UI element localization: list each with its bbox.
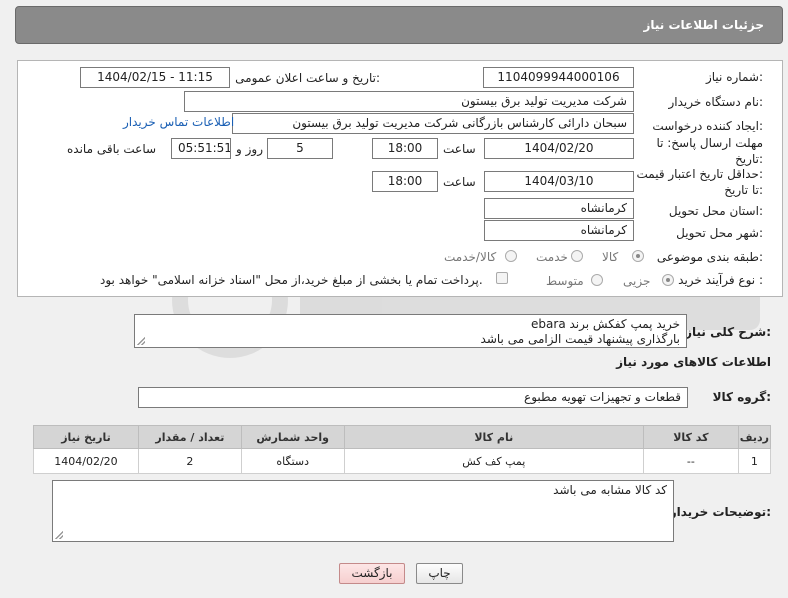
column-header-name: نام کالا [343,425,644,449]
buyer-notes-text: کد کالا مشابه می باشد [553,483,667,497]
deadline-time-field[interactable]: 18:00 [372,138,438,159]
deadline-date-field[interactable]: 1404/02/20 [484,138,634,159]
treasury-payment-checkbox[interactable] [496,272,508,284]
column-header-quantity: تعداد / مقدار [137,425,242,449]
column-header-need-date: تاریخ نیاز [33,425,139,449]
process-medium-radio[interactable] [591,274,603,286]
deadline-label-1: مهلت ارسال پاسخ: تا [656,136,763,150]
column-header-unit: واحد شمارش [240,425,345,449]
table-header-row: ردیف کد کالا نام کالا واحد شمارش تعداد /… [33,425,772,449]
resize-grip-icon[interactable] [55,531,63,539]
cell-row-number: 1 [737,448,772,474]
category-label: طبقه بندی موضوعی: [656,250,763,264]
process-type-label: نوع فرآیند خرید : [678,273,763,287]
need-number-field[interactable]: 1104099944000106 [483,67,634,88]
announce-date-label: تاریخ و ساعت اعلان عمومی: [235,71,380,85]
resize-grip-icon[interactable] [137,337,145,345]
description-label: شرح کلی نیاز: [685,325,771,339]
goods-group-field[interactable]: قطعات و تجهیزات تهویه مطبوع [138,387,688,408]
process-medium-label: متوسط [546,274,584,288]
deadline-time-label: ساعت [443,142,476,156]
category-goods-label: کالا [602,250,619,264]
column-header-code: کد کالا [642,425,739,449]
category-both-label: کالا/خدمت [444,250,497,264]
goods-section-title: اطلاعات کالاهای مورد نیاز [616,355,771,369]
validity-time-label: ساعت [443,175,476,189]
province-label: استان محل تحویل: [668,204,763,218]
remaining-label: ساعت باقی مانده [67,142,157,156]
buyer-org-field[interactable]: شرکت مدیریت تولید برق بیستون [184,91,634,112]
city-field[interactable]: کرمانشاه [484,220,634,241]
category-both-radio[interactable] [505,250,517,262]
city-label: شهر محل تحویل: [676,226,763,240]
category-service-label: خدمت [536,250,568,264]
process-minor-label: جزیی [623,274,651,288]
cell-quantity: 2 [137,448,242,474]
process-minor-radio[interactable] [662,274,674,286]
need-number-label: شماره نیاز: [705,70,763,84]
goods-table: ردیف کد کالا نام کالا واحد شمارش تعداد /… [33,425,772,474]
description-line-2: بارگذاری پیشنهاد قیمت الزامی می باشد [480,332,680,346]
validity-time-field[interactable]: 18:00 [372,171,438,192]
category-service-radio[interactable] [571,250,583,262]
table-row[interactable]: 1 -- پمپ کف کش دستگاه 2 1404/02/20 [33,448,772,474]
buyer-org-label: نام دستگاه خریدار: [668,95,764,109]
cell-name: پمپ کف کش [343,448,644,474]
cell-need-date: 1404/02/20 [33,448,139,474]
announce-date-field[interactable]: 1404/02/15 - 11:15 [80,67,230,88]
validity-label-1: حداقل تاریخ اعتبار قیمت: [636,167,763,181]
contact-info-link[interactable]: اطلاعات تماس خریدار [123,115,234,129]
description-line-1: خرید پمپ کفکش برند ebara [531,317,680,331]
creator-label: ایجاد کننده درخواست: [652,119,763,133]
category-goods-radio[interactable] [632,250,644,262]
days-label: روز و [236,142,263,156]
deadline-label-2: تاریخ: [735,152,763,166]
description-textarea[interactable]: خرید پمپ کفکش برند ebara بارگذاری پیشنها… [134,314,687,348]
creator-field[interactable]: سبحان دارائی کارشناس بازرگانی شرکت مدیری… [232,113,634,134]
validity-label-2: تا تاریخ: [724,183,763,197]
print-button[interactable]: چاپ [416,563,463,584]
page-header: جزئیات اطلاعات نیاز [15,6,783,44]
buyer-notes-label: توضیحات خریدار: [669,505,771,519]
page-title: جزئیات اطلاعات نیاز [643,18,764,32]
cell-code: -- [642,448,739,474]
validity-date-field[interactable]: 1404/03/10 [484,171,634,192]
column-header-row-number: ردیف [737,425,772,449]
treasury-payment-note: پرداخت تمام یا بخشی از مبلغ خرید،از محل … [100,273,483,287]
buyer-notes-textarea[interactable]: کد کالا مشابه می باشد [52,480,674,542]
province-field[interactable]: کرمانشاه [484,198,634,219]
days-field[interactable]: 5 [267,138,333,159]
back-button[interactable]: بازگشت [339,563,405,584]
goods-group-label: گروه کالا: [712,390,771,404]
remaining-time-field[interactable]: 05:51:51 [171,138,231,159]
cell-unit: دستگاه [240,448,345,474]
